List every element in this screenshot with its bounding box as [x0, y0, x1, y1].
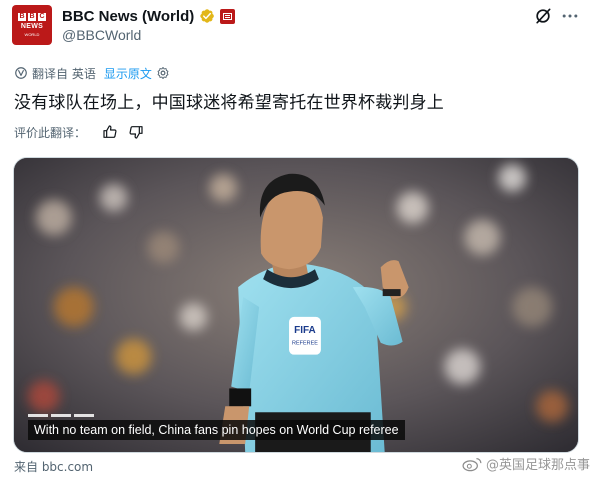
avatar-news-text: NEWS: [20, 23, 44, 30]
link-source[interactable]: 来自 bbc.com: [14, 458, 93, 475]
bbc-logo-blocks: B B C: [18, 13, 46, 21]
rate-translation-label: 评价此翻译：: [14, 125, 87, 140]
translate-icon: [15, 67, 27, 79]
referee-photo: FIFA REFEREE: [14, 158, 578, 452]
translation-row: 翻译自 英语 显示原文: [14, 65, 170, 81]
bbc-logo-letter: B: [28, 13, 36, 21]
fifa-badge-text: FIFA: [294, 325, 316, 336]
bbc-logo-letter: C: [38, 13, 46, 21]
post-media-image[interactable]: FIFA REFEREE With no team on field, Chin…: [13, 157, 579, 453]
rate-translation-row: 评价此翻译：: [14, 123, 144, 141]
verified-badge-icon[interactable]: [199, 8, 215, 24]
grok-icon[interactable]: [533, 6, 553, 26]
more-options-icon[interactable]: [560, 6, 580, 26]
post-text: 没有球队在场上，中国球迷将希望寄托在世界杯裁判身上: [14, 93, 444, 113]
media-caption: With no team on field, China fans pin ho…: [28, 420, 405, 440]
bbc-affiliate-icon[interactable]: [220, 8, 236, 24]
video-progress-dashes: [28, 414, 94, 417]
watermark-text: @英国足球那点事: [485, 458, 590, 473]
thumbs-down-icon[interactable]: [128, 124, 144, 140]
thumbs-up-icon[interactable]: [102, 124, 118, 140]
show-original-link[interactable]: 显示原文: [104, 65, 152, 82]
watermark: @英国足球那点事: [461, 454, 590, 473]
author-handle[interactable]: @BBCWorld: [62, 27, 141, 43]
avatar-world-text: WORLD: [24, 32, 40, 37]
referee-badge-text: REFEREE: [292, 341, 318, 347]
settings-gear-icon[interactable]: [156, 66, 170, 80]
bbc-avatar[interactable]: B B C NEWS WORLD: [12, 5, 52, 45]
bbc-logo-letter: B: [18, 13, 26, 21]
weibo-icon: [462, 457, 482, 471]
author-display-name[interactable]: BBC News (World): [62, 8, 194, 25]
translated-from-label: 翻译自 英语: [32, 66, 96, 81]
author-name-row: BBC News (World): [62, 6, 236, 26]
